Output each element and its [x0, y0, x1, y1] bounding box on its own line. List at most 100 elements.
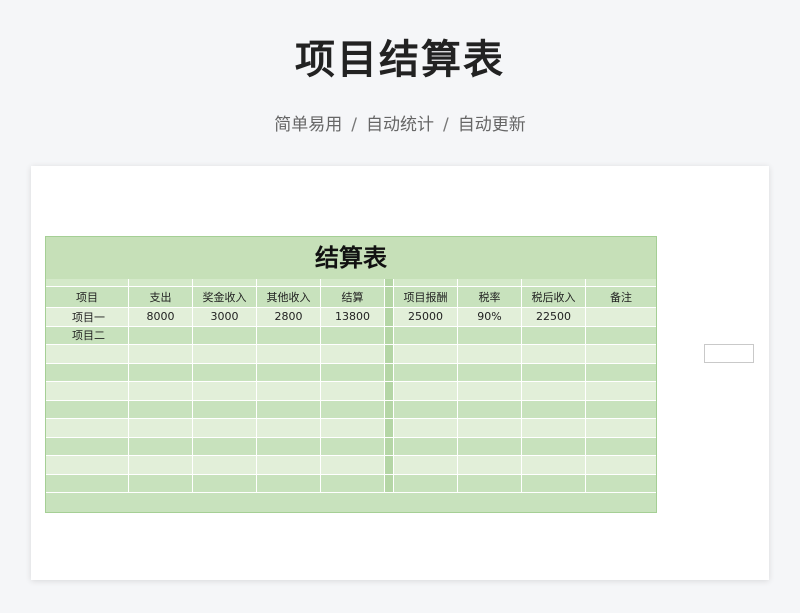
- table-cell[interactable]: [458, 437, 522, 456]
- table-cell[interactable]: [129, 382, 193, 401]
- table-cell[interactable]: [129, 326, 193, 345]
- column-header[interactable]: 其他收入: [257, 287, 321, 308]
- table-cell[interactable]: [522, 363, 586, 382]
- table-cell[interactable]: [394, 382, 458, 401]
- table-cell[interactable]: [321, 382, 385, 401]
- table-cell[interactable]: [321, 474, 385, 493]
- table-cell[interactable]: [129, 419, 193, 438]
- row-label-cell[interactable]: [46, 419, 129, 438]
- table-cell[interactable]: [193, 382, 257, 401]
- row-label-cell[interactable]: [46, 400, 129, 419]
- table-cell[interactable]: [257, 419, 321, 438]
- table-cell[interactable]: [586, 326, 656, 345]
- table-cell[interactable]: 8000: [129, 308, 193, 327]
- column-header[interactable]: 奖金收入: [193, 287, 257, 308]
- table-cell[interactable]: [586, 363, 656, 382]
- table-cell[interactable]: [321, 363, 385, 382]
- column-header[interactable]: 税率: [458, 287, 522, 308]
- table-cell[interactable]: [129, 437, 193, 456]
- column-header[interactable]: 支出: [129, 287, 193, 308]
- column-header[interactable]: 备注: [586, 287, 656, 308]
- table-cell[interactable]: [193, 363, 257, 382]
- table-cell[interactable]: [586, 437, 656, 456]
- table-cell[interactable]: [586, 456, 656, 475]
- table-cell[interactable]: [522, 474, 586, 493]
- table-cell[interactable]: [321, 400, 385, 419]
- table-cell[interactable]: [394, 419, 458, 438]
- table-cell[interactable]: [321, 345, 385, 364]
- table-cell[interactable]: [321, 437, 385, 456]
- table-cell[interactable]: [193, 437, 257, 456]
- table-cell[interactable]: [257, 474, 321, 493]
- table-cell[interactable]: [458, 363, 522, 382]
- table-cell[interactable]: [586, 382, 656, 401]
- column-header[interactable]: 项目: [46, 287, 129, 308]
- table-cell[interactable]: 90%: [458, 308, 522, 327]
- table-cell[interactable]: [257, 326, 321, 345]
- table-cell[interactable]: [394, 437, 458, 456]
- table-cell[interactable]: [129, 456, 193, 475]
- table-cell[interactable]: [458, 326, 522, 345]
- table-cell[interactable]: [321, 326, 385, 345]
- table-cell[interactable]: 22500: [522, 308, 586, 327]
- table-cell[interactable]: [129, 400, 193, 419]
- table-cell[interactable]: [193, 456, 257, 475]
- table-cell[interactable]: [522, 419, 586, 438]
- table-cell[interactable]: [394, 363, 458, 382]
- column-header[interactable]: 结算: [321, 287, 385, 308]
- table-cell[interactable]: [522, 400, 586, 419]
- table-cell[interactable]: [394, 326, 458, 345]
- table-cell[interactable]: [522, 345, 586, 364]
- table-cell[interactable]: [394, 400, 458, 419]
- table-cell[interactable]: [394, 474, 458, 493]
- table-cell[interactable]: [586, 345, 656, 364]
- table-cell[interactable]: [586, 419, 656, 438]
- table-cell[interactable]: [257, 456, 321, 475]
- table-cell[interactable]: [458, 382, 522, 401]
- row-label-cell[interactable]: [46, 437, 129, 456]
- table-cell[interactable]: [257, 400, 321, 419]
- table-cell[interactable]: [522, 437, 586, 456]
- table-cell[interactable]: [586, 474, 656, 493]
- table-cell[interactable]: [129, 345, 193, 364]
- table-cell[interactable]: [129, 474, 193, 493]
- table-cell[interactable]: [522, 326, 586, 345]
- row-label-cell[interactable]: 项目一: [46, 308, 129, 327]
- table-cell[interactable]: [394, 345, 458, 364]
- table-cell[interactable]: 2800: [257, 308, 321, 327]
- table-cell[interactable]: [257, 382, 321, 401]
- table-cell[interactable]: [257, 363, 321, 382]
- table-cell[interactable]: 13800: [321, 308, 385, 327]
- table-cell[interactable]: [193, 345, 257, 364]
- row-label-cell[interactable]: [46, 474, 129, 493]
- row-label-cell[interactable]: [46, 345, 129, 364]
- column-header[interactable]: 税后收入: [522, 287, 586, 308]
- table-cell[interactable]: [257, 345, 321, 364]
- table-cell[interactable]: [193, 400, 257, 419]
- table-cell[interactable]: [321, 456, 385, 475]
- table-cell[interactable]: 25000: [394, 308, 458, 327]
- row-label-cell[interactable]: [46, 382, 129, 401]
- column-header[interactable]: 项目报酬: [394, 287, 458, 308]
- table-cell[interactable]: [586, 400, 656, 419]
- selected-cell-box[interactable]: [704, 344, 754, 363]
- table-cell[interactable]: [458, 456, 522, 475]
- row-label-cell[interactable]: [46, 456, 129, 475]
- table-cell[interactable]: [458, 474, 522, 493]
- table-cell[interactable]: [458, 400, 522, 419]
- table-cell[interactable]: [129, 363, 193, 382]
- row-label-cell[interactable]: 项目二: [46, 326, 129, 345]
- table-cell[interactable]: [193, 419, 257, 438]
- table-cell[interactable]: [394, 456, 458, 475]
- table-cell[interactable]: [321, 419, 385, 438]
- table-cell[interactable]: [257, 437, 321, 456]
- row-label-cell[interactable]: [46, 363, 129, 382]
- table-cell[interactable]: [458, 345, 522, 364]
- table-cell[interactable]: 3000: [193, 308, 257, 327]
- table-cell[interactable]: [193, 474, 257, 493]
- table-cell[interactable]: [458, 419, 522, 438]
- table-cell[interactable]: [586, 308, 656, 327]
- table-cell[interactable]: [193, 326, 257, 345]
- table-cell[interactable]: [522, 456, 586, 475]
- table-cell[interactable]: [522, 382, 586, 401]
